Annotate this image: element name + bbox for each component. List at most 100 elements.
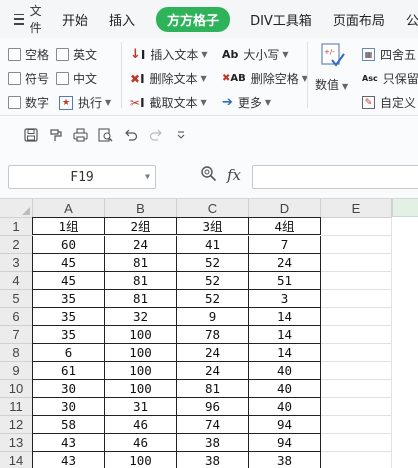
column-header-d[interactable]: D: [249, 199, 321, 218]
brush-icon[interactable]: [43, 125, 68, 145]
row-header-9[interactable]: 9: [0, 362, 33, 380]
cell-d2[interactable]: 7: [249, 236, 321, 254]
checkbox-box[interactable]: [8, 72, 21, 85]
cell-a7[interactable]: 35: [32, 326, 105, 344]
cell-c1[interactable]: 3组: [177, 217, 249, 235]
execute-button[interactable]: ★ 执行 ▼: [59, 94, 111, 111]
cell-a1[interactable]: 1组: [32, 217, 105, 235]
cell-b14[interactable]: 100: [105, 452, 177, 468]
checkbox-english[interactable]: 英文: [56, 46, 97, 63]
cell-c11[interactable]: 96: [177, 398, 249, 416]
cell-e7[interactable]: [321, 326, 392, 344]
tab-home[interactable]: 开始: [62, 10, 88, 29]
cell-e8[interactable]: [321, 344, 392, 362]
cell-c13[interactable]: 38: [177, 434, 249, 452]
column-header-b[interactable]: B: [105, 199, 177, 218]
cell-e2[interactable]: [321, 236, 392, 254]
column-header-c[interactable]: C: [177, 199, 249, 218]
cell-e11[interactable]: [321, 398, 392, 416]
cell-d11[interactable]: 40: [249, 398, 321, 416]
cell-e3[interactable]: [321, 254, 392, 272]
cell-c9[interactable]: 24: [177, 362, 249, 380]
file-menu-button[interactable]: 文件: [14, 2, 46, 36]
checkbox-box[interactable]: [8, 48, 21, 61]
row-header-13[interactable]: 13: [0, 434, 33, 452]
sheet-scroll-region[interactable]: [392, 199, 418, 217]
chevron-down-icon[interactable]: ▼: [145, 172, 150, 181]
cell-e14[interactable]: [321, 452, 392, 468]
cell-d7[interactable]: 14: [249, 326, 321, 344]
cell-e9[interactable]: [321, 362, 392, 380]
cell-e13[interactable]: [321, 434, 392, 452]
cell-c14[interactable]: 38: [177, 452, 249, 468]
more-button[interactable]: ➔ 更多 ▼: [222, 94, 271, 111]
cell-b12[interactable]: 46: [105, 416, 177, 434]
cell-a11[interactable]: 30: [32, 398, 105, 416]
print-preview-icon[interactable]: [93, 125, 118, 145]
redo-icon[interactable]: [143, 125, 168, 145]
cell-d5[interactable]: 3: [249, 290, 321, 308]
cell-b7[interactable]: 100: [105, 326, 177, 344]
cell-b9[interactable]: 100: [105, 362, 177, 380]
cell-e6[interactable]: [321, 308, 392, 326]
row-header-8[interactable]: 8: [0, 344, 33, 362]
custom-button[interactable]: ✎ 自定义: [362, 94, 416, 111]
cell-a3[interactable]: 45: [32, 254, 105, 272]
formula-input[interactable]: [252, 165, 418, 189]
cell-d9[interactable]: 40: [249, 362, 321, 380]
row-header-12[interactable]: 12: [0, 416, 33, 434]
cell-e1[interactable]: [321, 218, 392, 236]
save-icon[interactable]: [18, 125, 43, 145]
zoom-search-icon[interactable]: [200, 165, 217, 185]
cell-a4[interactable]: 45: [32, 272, 105, 290]
row-header-2[interactable]: 2: [0, 236, 33, 254]
cell-c10[interactable]: 81: [177, 380, 249, 398]
cell-c12[interactable]: 74: [177, 416, 249, 434]
cell-b1[interactable]: 2组: [105, 217, 177, 235]
name-box[interactable]: F19 ▼: [8, 165, 156, 189]
cell-d8[interactable]: 14: [249, 344, 321, 362]
row-header-7[interactable]: 7: [0, 326, 33, 344]
cell-b5[interactable]: 81: [105, 290, 177, 308]
tab-fangfanggezi[interactable]: 方方格子: [156, 6, 231, 32]
cell-b4[interactable]: 81: [105, 272, 177, 290]
checkbox-box[interactable]: [56, 48, 69, 61]
delete-spaces-button[interactable]: ✖ AB 删除空格 ▼: [222, 70, 308, 87]
cell-c6[interactable]: 9: [177, 308, 249, 326]
cell-a6[interactable]: 35: [32, 308, 105, 326]
cell-a9[interactable]: 61: [32, 362, 105, 380]
cell-e5[interactable]: [321, 290, 392, 308]
cell-a14[interactable]: 43: [32, 452, 105, 468]
cell-d12[interactable]: 94: [249, 416, 321, 434]
round-button[interactable]: ▦ 四舍五: [362, 46, 416, 63]
cell-d3[interactable]: 24: [249, 254, 321, 272]
cell-e10[interactable]: [321, 380, 392, 398]
tab-insert[interactable]: 插入: [109, 10, 135, 29]
cell-a2[interactable]: 60: [32, 236, 105, 254]
print-icon[interactable]: [68, 125, 93, 145]
cell-c4[interactable]: 52: [177, 272, 249, 290]
checkbox-space[interactable]: 空格: [8, 46, 49, 63]
row-header-3[interactable]: 3: [0, 254, 33, 272]
cell-d6[interactable]: 14: [249, 308, 321, 326]
cell-d1[interactable]: 4组: [249, 217, 321, 235]
cell-a8[interactable]: 6: [32, 344, 105, 362]
cell-c2[interactable]: 41: [177, 236, 249, 254]
cell-a10[interactable]: 30: [32, 380, 105, 398]
cell-e4[interactable]: [321, 272, 392, 290]
cell-d14[interactable]: 38: [249, 452, 321, 468]
cell-b3[interactable]: 81: [105, 254, 177, 272]
keep-only-button[interactable]: Asc 只保留: [362, 70, 418, 87]
cell-d10[interactable]: 40: [249, 380, 321, 398]
tab-diy-toolbox[interactable]: DIV工具箱: [250, 10, 312, 29]
cell-d4[interactable]: 51: [249, 272, 321, 290]
delete-text-button[interactable]: ✖ I 删除文本 ▼: [130, 70, 207, 87]
row-header-4[interactable]: 4: [0, 272, 33, 290]
checkbox-chinese[interactable]: 中文: [56, 70, 97, 87]
extract-text-button[interactable]: ✂ I 截取文本 ▼: [130, 94, 207, 111]
column-header-a[interactable]: A: [33, 199, 105, 218]
checkbox-box[interactable]: [8, 96, 21, 109]
cell-c3[interactable]: 52: [177, 254, 249, 272]
select-all-corner[interactable]: [0, 199, 33, 218]
change-case-button[interactable]: Ab 大小写 ▼: [222, 46, 289, 63]
